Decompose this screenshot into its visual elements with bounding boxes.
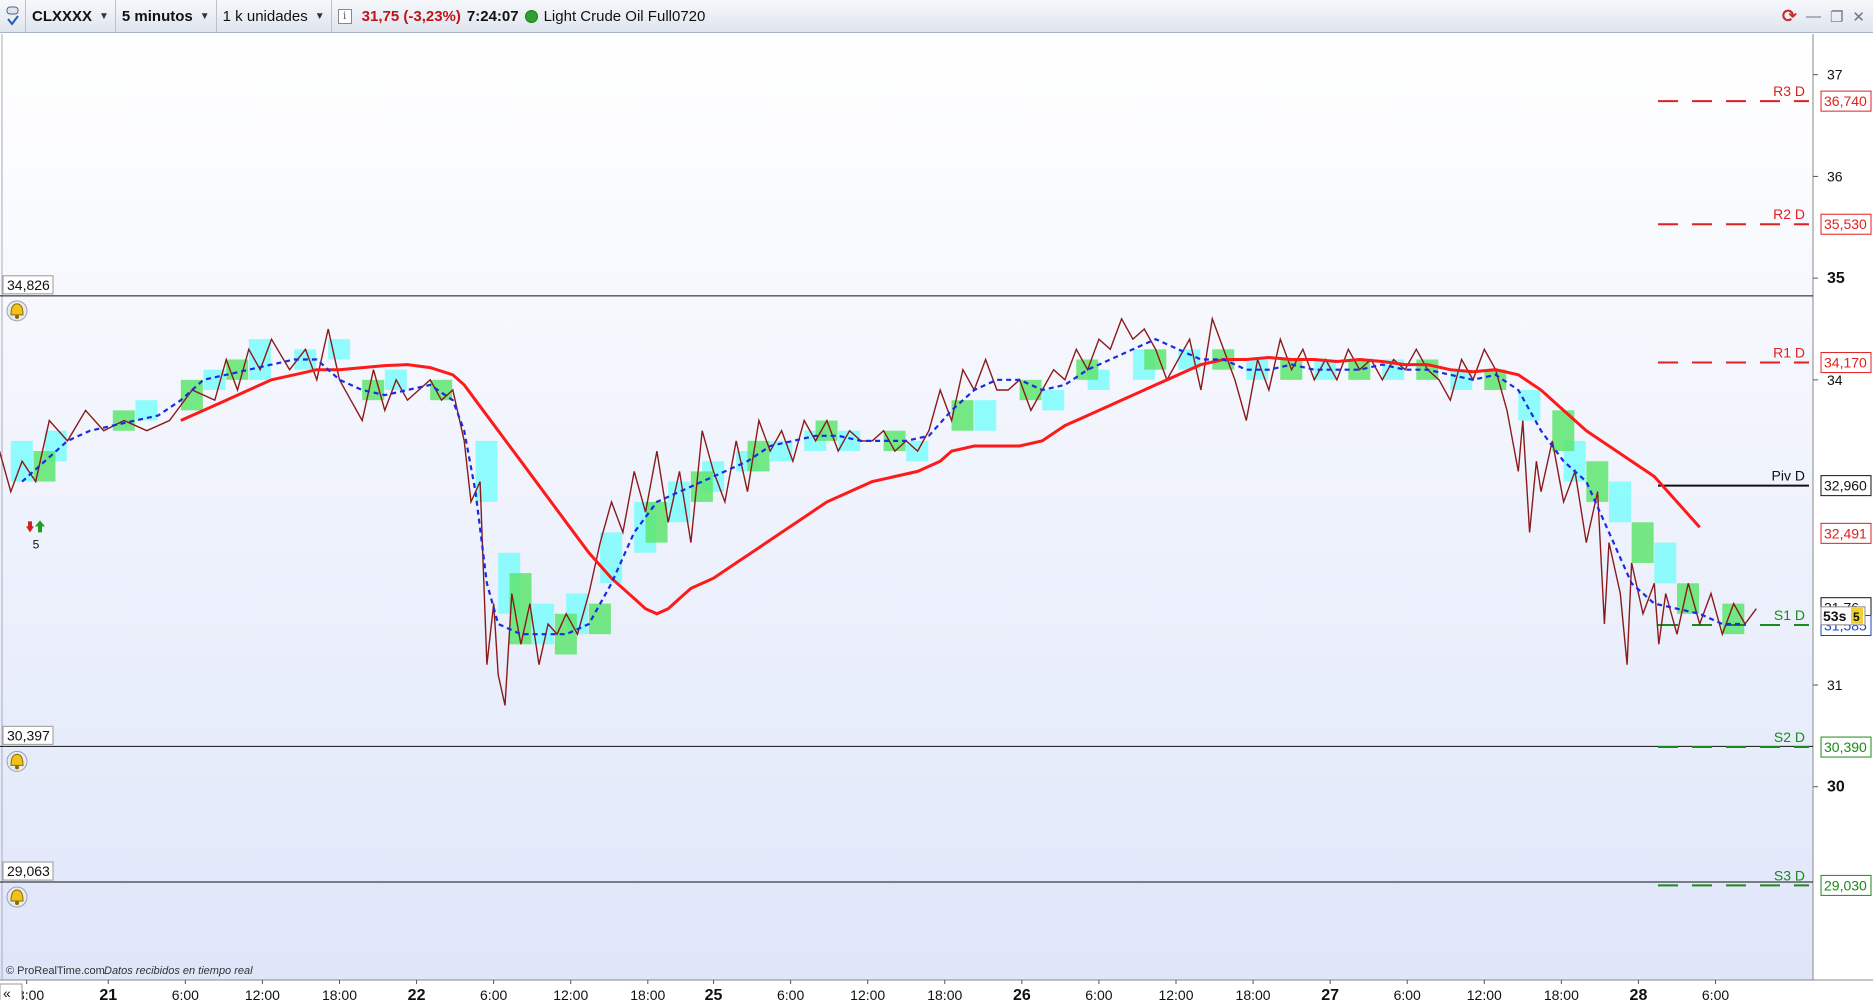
pivot-price-label: 30,390 [1824,739,1867,755]
x-tick-label: 18:00 [322,987,357,1000]
chart-menu-icon[interactable] [0,0,26,32]
countdown-small: 5 [1853,610,1860,624]
pivot-price-label: 34,170 [1824,355,1867,371]
units-selector[interactable]: 1 k unidades ▼ [217,0,332,32]
quote-info: i 31,75 (-3,23%) 7:24:07 Light Crude Oil… [332,0,712,32]
x-tick-label: 18:00 [927,987,962,1000]
pivot-name: R1 D [1773,345,1805,361]
cloud-segment [1654,542,1677,584]
cloud-segment [554,613,577,655]
x-tick-label: 18:00 [630,987,665,1000]
pivot-name: S3 D [1774,867,1805,883]
units-label: 1 k unidades [222,7,308,25]
cloud-segment [1722,603,1745,635]
alert-price-label: 34,826 [7,277,50,293]
x-tick-label: 22 [408,987,426,1000]
cloud-segment [1144,349,1167,370]
x-tick-label: 28 [1630,987,1648,1000]
signal-count: 5 [33,537,40,551]
pivot-name: Piv D [1772,468,1805,484]
chart-background [0,34,1813,980]
candle-countdown: 53s [1823,608,1847,624]
chevron-down-icon: ▼ [199,10,210,22]
cloud-segment [690,471,713,502]
market-status-icon [524,9,538,23]
settings-icon [6,6,19,26]
y-tick-label: 36 [1827,168,1843,184]
symbol-label: CLXXXX [32,7,93,25]
x-tick-label: 6:00 [1394,987,1421,1000]
timeframe-selector[interactable]: 5 minutos ▼ [116,0,217,32]
y-tick-label: 31 [1827,677,1843,693]
cloud-segment [974,400,997,431]
x-tick-label: 27 [1321,987,1339,1000]
x-tick-label: 6:00 [480,987,507,1000]
x-tick-label: 12:00 [245,987,280,1000]
cloud-segment [248,339,271,380]
chevron-down-icon: ▼ [314,10,325,22]
chart-toolbar: CLXXXX ▼ 5 minutos ▼ 1 k unidades ▼ i 31… [0,0,1873,33]
x-tick-label: 6:00 [777,987,804,1000]
x-tick-label: 6:00 [1085,987,1112,1000]
bell-icon[interactable] [6,886,28,908]
symbol-selector[interactable]: CLXXXX ▼ [26,0,116,32]
price-chart[interactable]: 34,826 30,397 29,063 R3 D 36,740 R2 D 35,530 R1… [0,34,1873,1000]
quote-time: 7:24:07 [466,7,519,25]
alert-price-label: 30,397 [7,727,50,743]
x-tick-label: 6:00 [1702,987,1729,1000]
cloud-segment [1042,390,1065,411]
pivot-name: S1 D [1774,607,1805,623]
watermark-brand: © ProRealTime.com [6,965,105,977]
pivot-name: R3 D [1773,83,1805,99]
timeframe-label: 5 minutos [121,7,193,25]
y-tick-label: 30 [1827,779,1845,796]
x-tick-label: 18:00 [1236,987,1271,1000]
pivot-price-label: 29,030 [1824,877,1867,893]
x-tick-label: 12:00 [553,987,588,1000]
bell-icon[interactable] [6,750,28,772]
price-tag-label: 32,491 [1824,525,1867,541]
pivot-price-label: 32,960 [1824,478,1867,494]
close-icon[interactable]: ✕ [1852,8,1865,26]
cloud-segment [430,379,453,401]
cloud-segment [475,440,498,502]
x-tick-label: 26 [1013,987,1031,1000]
cloud-segment [838,430,861,452]
price-axis-background [1813,34,1873,1000]
cloud-segment [645,501,668,543]
cloud-segment [1631,522,1654,563]
x-tick-label: 6:00 [172,987,199,1000]
alert-price-label: 29,063 [7,863,50,879]
x-tick-label: 12:00 [850,987,885,1000]
cloud-segment [815,420,838,441]
x-tick-label: 18:00 [1544,987,1579,1000]
bell-icon[interactable] [6,300,28,322]
chart-canvas[interactable]: 34,826 30,397 29,063 R3 D 36,740 R2 D 35,530 R1… [0,34,1873,1000]
cloud-segment [1608,481,1631,523]
x-tick-label: 21 [99,987,117,1000]
x-tick-label: 12:00 [1467,987,1502,1000]
restore-icon[interactable]: ❐ [1830,8,1843,26]
pivot-price-label: 36,740 [1824,93,1867,109]
x-tick-label: 25 [705,987,723,1000]
minimize-icon[interactable]: — [1806,8,1821,25]
y-tick-label: 37 [1827,67,1843,83]
pivot-name: S2 D [1774,729,1805,745]
instrument-name: Light Crude Oil Full0720 [543,7,706,25]
watermark-note: Datos recibidos en tiempo real [104,965,253,977]
y-tick-label: 34 [1827,372,1843,388]
price-change: 31,75 (-3,23%) [361,7,461,25]
scroll-left-icon: « [3,985,11,1000]
refresh-icon[interactable]: ⟳ [1782,6,1797,27]
cloud-segment [1518,390,1541,421]
info-icon[interactable]: i [337,8,352,24]
chevron-down-icon: ▼ [99,10,109,22]
window-controls: ⟳ — ❐ ✕ [1782,0,1865,33]
pivot-price-label: 35,530 [1824,216,1867,232]
pivot-name: R2 D [1773,206,1805,222]
x-tick-label: 12:00 [1158,987,1193,1000]
cloud-segment [135,400,158,421]
y-tick-label: 35 [1827,270,1845,287]
